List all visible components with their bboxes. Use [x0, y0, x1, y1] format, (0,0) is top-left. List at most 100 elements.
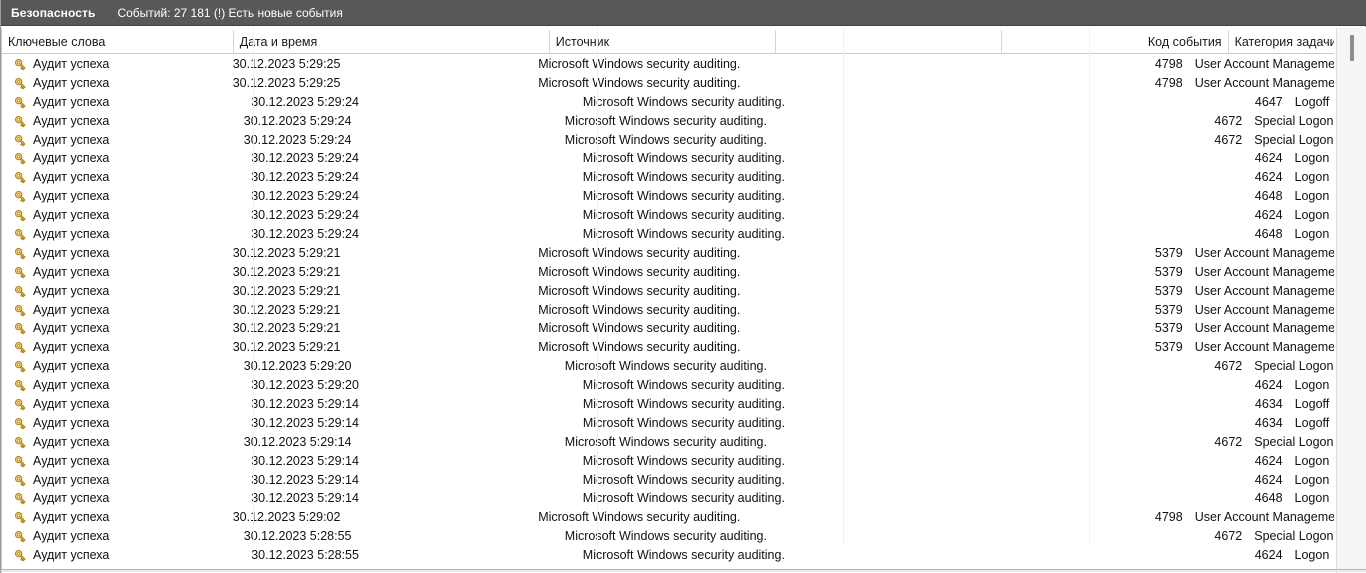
cell-event-id: 4624	[1254, 151, 1283, 166]
table-row[interactable]: Аудит успеха 30.12.2023 5:29:14 Microsoft …	[2, 414, 1334, 433]
cell-keywords-label: Аудит успеха	[33, 340, 110, 355]
cell-event-id: 5379	[1154, 245, 1183, 260]
cell-event-id: 4798	[1154, 57, 1183, 71]
cell-spacer	[751, 263, 970, 282]
cell-spacer	[814, 168, 1051, 187]
cell-source: Microsoft Windows security auditing.	[564, 113, 767, 128]
cell-source: Microsoft Windows security auditing.	[564, 434, 767, 449]
cell-source: Microsoft Windows security auditing.	[538, 510, 741, 525]
column-header-source-label: Источник	[555, 34, 610, 49]
table-row[interactable]: Аудит успеха 30.12.2023 5:29:14 Microsoft …	[2, 489, 1334, 508]
cell-spacer	[814, 376, 1051, 395]
table-row[interactable]: Аудит успеха 30.12.2023 5:29:14 Microsoft …	[2, 452, 1334, 471]
cell-source: Microsoft Windows security auditing.	[582, 548, 785, 563]
cell-keywords-label: Аудит успеха	[33, 529, 110, 544]
cell-spacer	[814, 206, 1051, 225]
column-header-datetime[interactable]: Дата и время	[234, 29, 550, 54]
table-row[interactable]: Аудит успеха 30.12.2023 5:29:20 Microsoft …	[2, 376, 1334, 395]
window-bottom-edge	[1, 569, 1366, 572]
log-caption-bar: Безопасность Событий: 27 181 (!) Есть но…	[1, 0, 1366, 26]
table-row[interactable]: Аудит успеха 30.12.2023 5:29:21 Microsoft …	[2, 244, 1334, 263]
table-row[interactable]: Аудит успеха 30.12.2023 5:29:24 Microsoft …	[2, 112, 1334, 131]
cell-keywords: Аудит успеха	[2, 187, 245, 206]
table-row[interactable]: Аудит успеха 30.12.2023 5:29:21 Microsoft …	[2, 301, 1334, 320]
cell-task-category: Logon	[1294, 378, 1330, 393]
vertical-scrollbar[interactable]	[1336, 28, 1366, 573]
table-row[interactable]: Аудит успеха 30.12.2023 5:29:14 Microsoft …	[2, 395, 1334, 414]
table-row[interactable]: Аудит успеха 30.12.2023 5:29:24 Microsoft …	[2, 131, 1334, 150]
column-header-spacer[interactable]	[776, 29, 1003, 54]
cell-datetime: 30.12.2023 5:28:55	[251, 548, 359, 563]
cell-task-category: User Account Management	[1194, 57, 1334, 71]
cell-event-id: 4798	[1154, 75, 1183, 90]
cell-datetime: 30.12.2023 5:29:24	[251, 208, 359, 223]
table-row[interactable]: Аудит успеха 30.12.2023 5:29:24 Microsoft …	[2, 206, 1334, 225]
table-row[interactable]: Аудит успеха 30.12.2023 5:29:24 Microsoft …	[2, 93, 1334, 112]
cell-spacer	[789, 527, 1019, 546]
cell-keywords-label: Аудит успеха	[33, 264, 110, 279]
cell-spacer	[751, 244, 970, 263]
table-row[interactable]: Аудит успеха 30.12.2023 5:29:24 Microsoft …	[2, 225, 1334, 244]
cell-event-id: 4624	[1254, 548, 1283, 563]
cell-source: Microsoft Windows security auditing.	[538, 57, 741, 71]
cell-source: Microsoft Windows security auditing.	[564, 132, 767, 147]
scrollbar-thumb[interactable]	[1350, 35, 1354, 61]
cell-source: Microsoft Windows security auditing.	[538, 302, 741, 317]
key-audit-success-icon	[14, 380, 26, 392]
cell-datetime: 30.12.2023 5:29:24	[251, 189, 359, 204]
cell-keywords-label: Аудит успеха	[33, 359, 110, 374]
cell-task-category: User Account Management	[1194, 321, 1334, 336]
grid-line-1	[253, 28, 254, 545]
cell-datetime: 30.12.2023 5:29:21	[232, 245, 341, 260]
table-row[interactable]: Аудит успеха 30.12.2023 5:29:24 Microsoft …	[2, 149, 1334, 168]
column-header-source[interactable]: Источник	[550, 29, 777, 54]
column-header-event-id[interactable]: Код события	[1002, 29, 1229, 54]
cell-datetime: 30.12.2023 5:29:21	[232, 340, 341, 355]
column-header-keywords-label: Ключевые слова	[8, 34, 106, 49]
key-audit-success-icon	[14, 210, 26, 222]
cell-datetime: 30.12.2023 5:29:14	[251, 491, 359, 506]
cell-event-id: 4672	[1214, 359, 1243, 374]
cell-source: Microsoft Windows security auditing.	[564, 359, 767, 374]
cell-event-id: 4672	[1214, 434, 1243, 449]
table-row[interactable]: Аудит успеха 30.12.2023 5:29:25 Microsoft …	[2, 55, 1334, 74]
table-row[interactable]: Аудит успеха 30.12.2023 5:29:14 Microsoft …	[2, 471, 1334, 490]
cell-spacer	[814, 187, 1051, 206]
table-row[interactable]: Аудит успеха 30.12.2023 5:29:21 Microsoft …	[2, 263, 1334, 282]
cell-spacer	[814, 149, 1051, 168]
cell-task-category: Logon	[1294, 170, 1330, 185]
table-row[interactable]: Аудит успеха 30.12.2023 5:28:55 Microsoft …	[2, 527, 1334, 546]
table-row[interactable]: Аудит успеха 30.12.2023 5:29:25 Microsoft …	[2, 74, 1334, 93]
table-row[interactable]: Аудит успеха 30.12.2023 5:29:02 Microsoft …	[2, 508, 1334, 527]
cell-event-id: 5379	[1154, 264, 1183, 279]
cell-source: Microsoft Windows security auditing.	[538, 75, 741, 90]
table-row[interactable]: Аудит успеха 30.12.2023 5:29:24 Microsoft …	[2, 187, 1334, 206]
table-row[interactable]: Аудит успеха 30.12.2023 5:29:20 Microsoft …	[2, 357, 1334, 376]
table-row[interactable]: Аудит успеха 30.12.2023 5:29:21 Microsoft …	[2, 282, 1334, 301]
table-row[interactable]: Аудит успеха 30.12.2023 5:29:21 Microsoft …	[2, 338, 1334, 357]
cell-keywords: Аудит успеха	[2, 527, 238, 546]
cell-keywords: Аудит успеха	[2, 168, 245, 187]
table-row[interactable]: Аудит успеха 30.12.2023 5:29:14 Microsoft …	[2, 433, 1334, 452]
cell-keywords-label: Аудит успеха	[33, 132, 110, 147]
cell-event-id: 5379	[1154, 302, 1183, 317]
cell-keywords-label: Аудит успеха	[33, 397, 110, 412]
table-row[interactable]: Аудит успеха 30.12.2023 5:29:24 Microsoft …	[2, 168, 1334, 187]
key-audit-success-icon	[14, 172, 26, 184]
scrollbar-track[interactable]	[1337, 28, 1366, 573]
cell-source: Microsoft Windows security auditing.	[538, 340, 741, 355]
cell-keywords-label: Аудит успеха	[33, 378, 110, 393]
grid-line-4	[1089, 28, 1090, 545]
table-row[interactable]: Аудит успеха 30.12.2023 5:28:55 Microsoft …	[2, 546, 1334, 565]
cell-datetime: 30.12.2023 5:29:14	[251, 472, 359, 487]
cell-datetime: 30.12.2023 5:29:24	[251, 227, 359, 242]
cell-event-id: 4672	[1214, 132, 1243, 147]
column-header-task-category[interactable]: Категория задачи	[1229, 30, 1334, 54]
table-row[interactable]: Аудит успеха 30.12.2023 5:29:21 Microsoft …	[2, 319, 1334, 338]
cell-datetime: 30.12.2023 5:29:24	[251, 170, 359, 185]
cell-source: Microsoft Windows security auditing.	[538, 245, 741, 260]
event-rows-container[interactable]: Аудит успеха 30.12.2023 5:29:25 Microsoft …	[2, 55, 1334, 572]
cell-spacer	[789, 131, 1019, 150]
cell-source: Microsoft Windows security auditing.	[582, 397, 786, 412]
column-header-keywords[interactable]: Ключевые слова	[2, 29, 234, 54]
